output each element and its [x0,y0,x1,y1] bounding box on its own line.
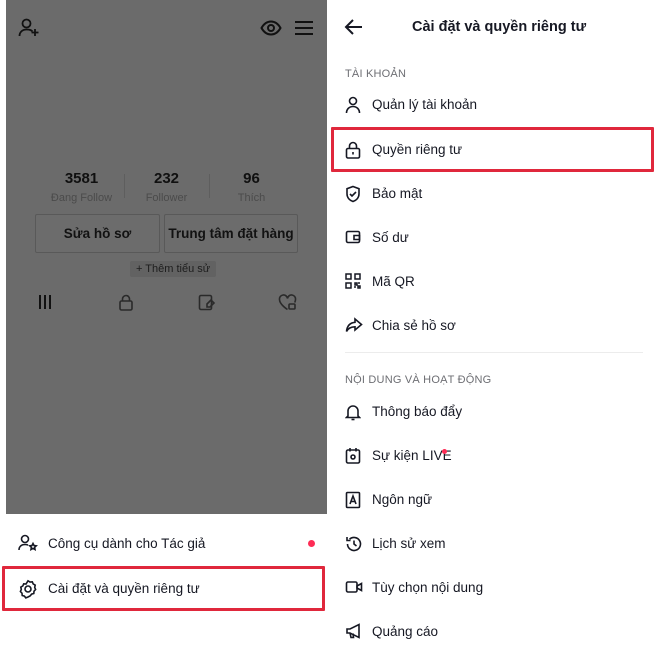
settings-panel: Cài đặt và quyền riêng tư TÀI KHOẢN Quản… [330,0,660,660]
add-bio-button[interactable]: + Thêm tiểu sử [130,261,217,277]
menu-item-label: Thông báo đẩy [372,404,463,419]
person-icon [345,96,361,119]
menu-item-label: Quảng cáo [372,624,439,639]
section-header-content-activity: NỘI DUNG VÀ HOẠT ĐỘNG [345,374,492,386]
bell-icon [344,403,362,426]
menu-item-label: Mã QR [372,274,415,289]
creator-icon [18,534,38,557]
profile-panel: 3581 Đang Follow 232 Follower 96 Thích S… [2,0,327,660]
profile-stats: 3581 Đang Follow 232 Follower 96 Thích [6,168,327,206]
creator-tools-item[interactable]: Công cụ dành cho Tác giả [6,521,327,565]
privacy-highlight-box [331,127,654,172]
creator-tools-label: Công cụ dành cho Tác giả [48,535,206,551]
menu-item-language[interactable]: Ngôn ngữ [330,479,650,523]
megaphone-icon [345,623,363,644]
menu-item-manage-account[interactable]: Quản lý tài khoản [330,84,650,128]
menu-item-share-profile[interactable]: Chia sẻ hồ sơ [330,305,650,349]
stat-number: 3581 [64,170,99,187]
menu-item-balance[interactable]: Số dư [330,217,650,261]
stat-label: Follower [145,192,188,204]
menu-item-label: Chia sẻ hồ sơ [372,318,456,333]
stat-label: Đang Follow [50,192,113,204]
section-header-account: TÀI KHOẢN [345,68,407,80]
menu-item-live-events[interactable]: Sự kiện LIVE [330,435,650,479]
menu-item-push-notifications[interactable]: Thông báo đẩy [330,391,650,435]
menu-item-ads[interactable]: Quảng cáo [330,611,650,655]
edit-profile-button[interactable]: Sửa hồ sơ [35,214,160,253]
notification-dot [308,540,315,547]
menu-item-qr-code[interactable]: Mã QR [330,261,650,305]
language-icon [345,491,361,514]
repost-tab-icon[interactable] [198,294,216,316]
menu-item-label: Ngôn ngữ [372,492,433,507]
settings-highlight-box [2,566,325,611]
section-divider [345,352,643,353]
stat-followers[interactable]: 232 Follower [124,168,209,206]
page-title: Cài đặt và quyền riêng tư [412,19,587,35]
eye-icon[interactable] [260,19,282,37]
menu-item-label: Sự kiện LIVE [372,448,452,463]
wallet-icon [345,229,361,250]
menu-item-label: Quản lý tài khoản [372,97,478,112]
stat-label: Thích [237,192,266,204]
videos-tab-icon[interactable] [38,294,52,315]
menu-item-label: Tùy chọn nội dung [372,580,484,595]
live-notification-dot [442,449,447,454]
lock-tab-icon[interactable] [118,294,134,316]
video-camera-icon [345,579,363,600]
stat-number: 232 [153,170,180,187]
stat-following[interactable]: 3581 Đang Follow [39,168,124,206]
history-icon [345,535,363,558]
add-friend-icon[interactable] [18,17,40,39]
menu-item-watch-history[interactable]: Lịch sử xem [330,523,650,567]
menu-item-label: Bảo mật [372,186,423,201]
shield-icon [345,185,361,208]
back-arrow-icon[interactable] [344,18,364,41]
stat-number: 96 [243,170,260,187]
menu-item-label: Số dư [372,230,409,245]
share-icon [345,317,363,338]
dim-overlay[interactable] [6,0,327,514]
stat-likes[interactable]: 96 Thích [209,168,294,206]
calendar-live-icon [345,447,361,470]
menu-item-security[interactable]: Bảo mật [330,173,650,217]
order-center-button[interactable]: Trung tâm đặt hàng [164,214,298,253]
menu-icon[interactable] [294,19,314,37]
menu-item-content-preferences[interactable]: Tùy chọn nội dung [330,567,650,611]
liked-tab-icon[interactable] [278,294,297,316]
qr-code-icon [345,273,361,294]
menu-item-label: Lịch sử xem [372,536,446,551]
